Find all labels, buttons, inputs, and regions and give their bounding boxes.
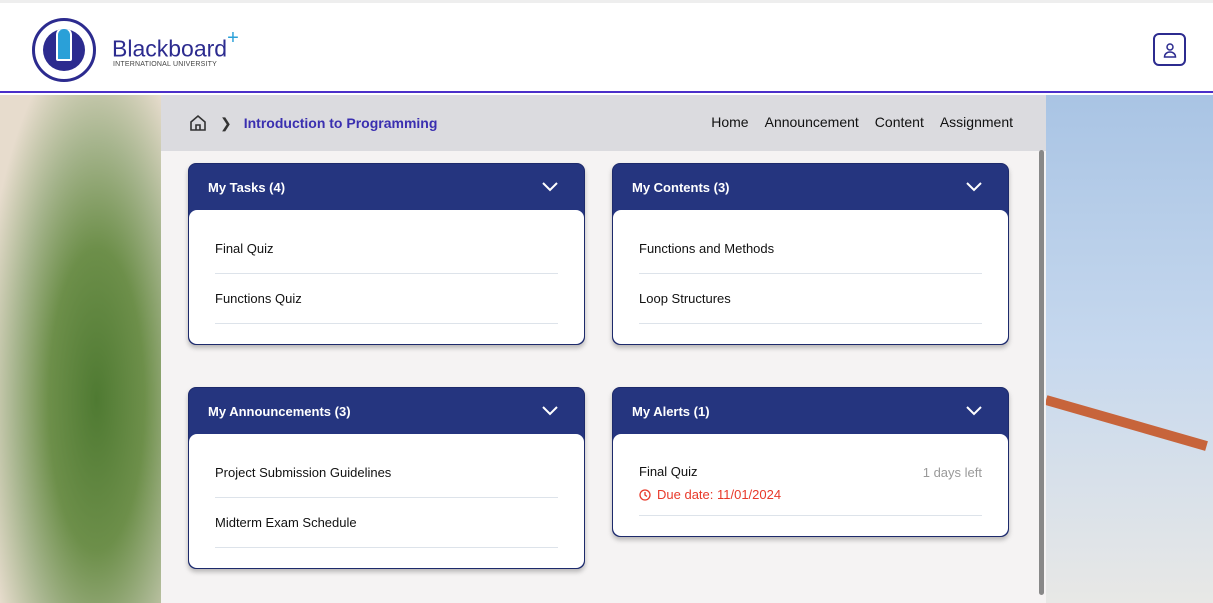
alerts-card-header[interactable]: My Alerts (1) [613,388,1008,434]
list-item[interactable]: Project Submission Guidelines [215,448,558,498]
list-item[interactable]: Final Quiz [215,224,558,274]
chevron-right-icon: ❯ [220,114,232,131]
chevron-down-icon[interactable] [966,406,982,416]
alert-item[interactable]: Final Quiz 1 days left Due date: 11/01/2… [639,448,982,516]
user-profile-button[interactable] [1153,33,1186,66]
background-image-right [1044,95,1213,603]
university-logo[interactable] [32,18,96,82]
announcements-card-header[interactable]: My Announcements (3) [189,388,584,434]
nav-announcement[interactable]: Announcement [765,114,859,130]
course-panel: ❯ Introduction to Programming Home Annou… [161,95,1046,603]
alerts-card: My Alerts (1) Final Quiz 1 days left Due… [612,387,1009,537]
brand-name: Blackboard+ [112,27,239,62]
nav-content[interactable]: Content [875,114,924,130]
days-left: 1 days left [922,465,982,480]
list-item[interactable]: Loop Structures [639,274,982,324]
announcements-card: My Announcements (3) Project Submission … [188,387,585,569]
card-title: My Tasks (4) [208,179,286,195]
brand-subtitle: INTERNATIONAL UNIVERSITY [113,61,217,68]
chevron-down-icon[interactable] [542,406,558,416]
card-title: My Contents (3) [632,179,730,195]
card-title: My Alerts (1) [632,403,710,419]
chevron-down-icon[interactable] [966,182,982,192]
clock-icon [639,488,651,501]
breadcrumb: ❯ Introduction to Programming Home Annou… [161,95,1046,151]
nav-home[interactable]: Home [711,114,748,130]
contents-card-header[interactable]: My Contents (3) [613,164,1008,210]
due-date: Due date: 11/01/2024 [657,487,782,502]
breadcrumb-course[interactable]: Introduction to Programming [244,115,438,131]
user-icon [1163,42,1176,58]
home-icon[interactable] [188,113,208,133]
tasks-card-header[interactable]: My Tasks (4) [189,164,584,210]
list-item[interactable]: Functions Quiz [215,274,558,324]
list-item[interactable]: Midterm Exam Schedule [215,498,558,548]
list-item[interactable]: Functions and Methods [639,224,982,274]
tasks-card: My Tasks (4) Final Quiz Functions Quiz [188,163,585,345]
card-title: My Announcements (3) [208,403,351,419]
course-nav: Home Announcement Content Assignment [711,114,1013,130]
background-image-left [0,95,161,603]
chevron-down-icon[interactable] [542,182,558,192]
nav-assignment[interactable]: Assignment [940,114,1013,130]
contents-card: My Contents (3) Functions and Methods Lo… [612,163,1009,345]
top-bar: Blackboard+ INTERNATIONAL UNIVERSITY [0,0,1213,93]
scrollbar[interactable] [1039,150,1044,595]
